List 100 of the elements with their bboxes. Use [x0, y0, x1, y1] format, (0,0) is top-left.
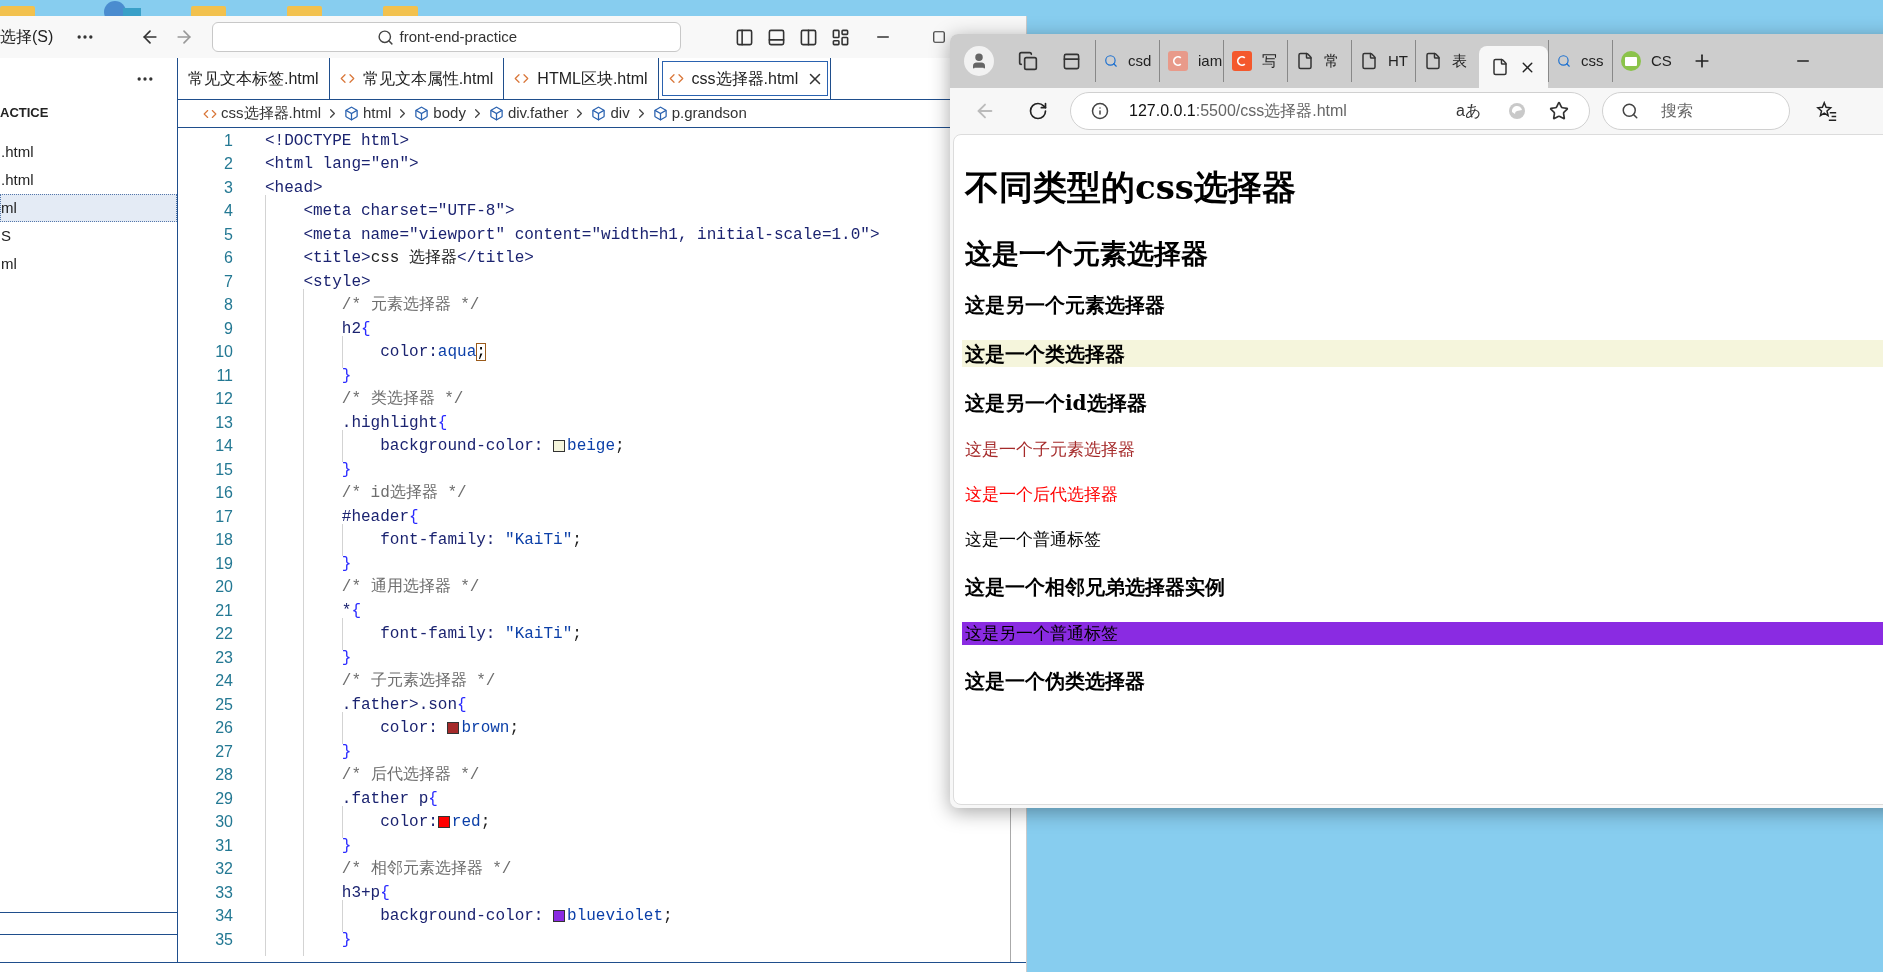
code-text: /* 通用选择器 */ — [340, 576, 480, 599]
browser-tab[interactable]: iam — [1159, 40, 1223, 82]
line-number: 20 — [214, 577, 233, 598]
file-item[interactable]: .html — [0, 166, 177, 194]
line-number: 11 — [215, 365, 233, 386]
file-item[interactable]: .html — [0, 138, 177, 166]
code-text: } — [340, 929, 352, 951]
address-field[interactable]: 127.0.0.1:5500/css选择器.html aあ — [1070, 92, 1590, 130]
panel-left-icon[interactable] — [735, 27, 755, 47]
code-text: .highlight{ — [340, 412, 448, 434]
profile-avatar[interactable] — [964, 46, 994, 76]
code-text: color: — [379, 718, 439, 740]
browser-tab[interactable] — [1479, 46, 1548, 88]
code-text: } — [340, 459, 352, 481]
tab-label: iam — [1198, 50, 1223, 71]
line-number: 19 — [214, 553, 233, 574]
favorite-icon[interactable] — [1549, 101, 1569, 121]
line-number: 30 — [214, 812, 233, 833]
code-text: /* 后代选择器 */ — [340, 765, 480, 787]
breadcrumb-item[interactable]: div — [610, 102, 630, 125]
search-field[interactable]: front-end-practice — [212, 22, 682, 52]
sidebar-icon[interactable] — [1062, 51, 1081, 71]
heading: 这是一个伪类选择器 — [965, 670, 1145, 691]
code-text: <head> — [265, 177, 323, 199]
cube-icon — [591, 106, 607, 121]
paragraph: 这是一个子元素选择器 — [965, 441, 1135, 458]
line-number: 7 — [223, 271, 233, 292]
line-number: 29 — [214, 788, 233, 809]
color-swatch[interactable] — [437, 816, 450, 829]
line-number: 22 — [214, 624, 233, 645]
code-text: /* id选择器 */ — [340, 483, 467, 505]
url-host: 127.0.0.1 — [1129, 101, 1196, 121]
code-text: } — [340, 553, 352, 575]
file-item[interactable]: ml — [0, 250, 177, 278]
maximize-icon[interactable] — [932, 30, 947, 44]
code-text: /* 元素选择器 */ — [340, 294, 480, 317]
reload-icon[interactable] — [1028, 101, 1048, 121]
line-number: 35 — [214, 929, 233, 950]
line-number: 32 — [214, 859, 233, 880]
line-number: 2 — [223, 154, 233, 175]
browser-tab[interactable]: HT — [1351, 40, 1415, 82]
breadcrumb-item[interactable]: html — [363, 102, 392, 125]
layout-icon[interactable] — [831, 27, 851, 47]
favorites-icon[interactable] — [1816, 100, 1838, 122]
columns-icon[interactable] — [799, 27, 819, 47]
line-number: 31 — [214, 835, 233, 856]
code-text: blueviolet; — [567, 906, 673, 928]
line-number: 15 — [214, 459, 233, 480]
code-text: } — [340, 835, 352, 857]
tab-label: csd — [1128, 50, 1152, 71]
breadcrumb-item[interactable]: body — [433, 102, 466, 125]
line-number: 21 — [214, 600, 233, 621]
code-text: brown; — [461, 718, 520, 740]
heading: 这是一个类选择器 — [965, 343, 1125, 364]
breadcrumb-item[interactable]: css选择器.html — [221, 102, 321, 125]
search-field[interactable]: 搜索 — [1602, 92, 1790, 130]
code-text: font-family: "KaiTi"; — [379, 530, 582, 552]
browser-tab[interactable]: CS — [1612, 40, 1676, 82]
code-text: <style> — [302, 271, 371, 293]
read-aloud-button[interactable]: aあ — [1456, 99, 1481, 123]
line-number: 25 — [214, 694, 233, 715]
code-text: h2{ — [340, 318, 371, 340]
line-number: 8 — [223, 295, 233, 316]
line-number: 16 — [214, 483, 233, 504]
info-icon[interactable] — [1091, 102, 1109, 120]
file-item[interactable]: S — [0, 222, 177, 250]
browser-tab[interactable]: csd — [1095, 40, 1159, 82]
heading: 这是一个相邻兄弟选择器实例 — [965, 576, 1225, 597]
tab-label: 常见文本属性.html — [362, 68, 494, 89]
browser-tab[interactable]: 常 — [1287, 40, 1351, 82]
browser-tab[interactable]: 写 — [1223, 40, 1287, 82]
breadcrumb-item[interactable]: div.father — [507, 102, 569, 125]
line-number: 18 — [214, 530, 233, 551]
line-number: 34 — [214, 906, 233, 927]
file-icon — [1360, 52, 1378, 70]
file-icon — [1296, 52, 1314, 70]
code-text: } — [340, 741, 352, 763]
search-icon — [1621, 102, 1639, 120]
browser-tab[interactable]: css — [1548, 40, 1612, 82]
tab-label: css选择器.html — [691, 68, 799, 89]
collections-icon[interactable] — [1018, 51, 1038, 71]
code-text: .father>.son{ — [340, 694, 467, 716]
line-number: 33 — [214, 882, 233, 903]
code-text: <meta name="viewport" content="width=h1, initial-scale=1.0"> — [302, 224, 880, 246]
code-text: <html lang="en"> — [265, 154, 419, 176]
search-placeholder: 搜索 — [1661, 101, 1693, 121]
line-number: 4 — [223, 201, 233, 222]
tab-label: CS — [1651, 50, 1672, 71]
breadcrumb-item[interactable]: p.grandson — [671, 102, 747, 125]
heading: 这是另一个id选择器 — [965, 392, 1147, 413]
paragraph: 这是一个后代选择器 — [965, 486, 1118, 503]
code-text: } — [340, 365, 352, 387]
color-swatch[interactable] — [553, 440, 566, 453]
file-item[interactable]: ml — [0, 194, 177, 222]
menu-item[interactable]: 选择(S) — [0, 25, 54, 49]
color-swatch[interactable] — [553, 910, 566, 923]
code-text: } — [340, 647, 352, 669]
panel-bottom-icon[interactable] — [767, 27, 787, 47]
code-text: /* 相邻元素选择器 */ — [340, 858, 512, 881]
color-swatch[interactable] — [447, 722, 460, 735]
